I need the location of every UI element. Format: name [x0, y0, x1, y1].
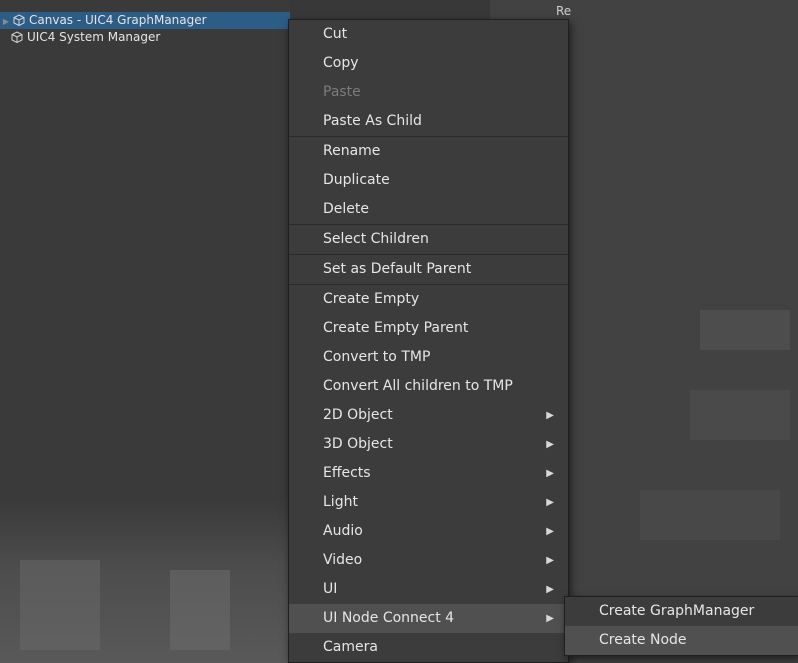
- menu-item-video[interactable]: Video ▶: [289, 546, 568, 575]
- menu-item-label: UI Node Connect 4: [323, 610, 455, 626]
- menu-item-duplicate[interactable]: Duplicate: [289, 166, 568, 195]
- menu-item-create-empty[interactable]: Create Empty: [289, 285, 568, 314]
- hierarchy-item-label: UIC4 System Manager: [27, 30, 161, 44]
- expand-arrow-icon[interactable]: ▶: [0, 13, 12, 30]
- blur-patch: [20, 560, 100, 650]
- menu-item-ui[interactable]: UI ▶: [289, 575, 568, 604]
- menu-item-create-empty-parent[interactable]: Create Empty Parent: [289, 314, 568, 343]
- blur-patch: [700, 310, 790, 350]
- menu-item-copy[interactable]: Copy: [289, 49, 568, 78]
- menu-item-2d-object[interactable]: 2D Object ▶: [289, 401, 568, 430]
- submenu-ui-node-connect-4: Create GraphManager Create Node: [564, 596, 798, 656]
- menu-item-label: Audio: [323, 523, 363, 539]
- menu-item-paste: Paste: [323, 84, 361, 100]
- menu-item-ui-node-connect-4[interactable]: UI Node Connect 4 ▶: [289, 604, 568, 633]
- submenu-item-create-node[interactable]: Create Node: [565, 626, 798, 655]
- context-menu: Cut Copy Paste Paste As Child Rename Dup…: [288, 19, 569, 663]
- blur-patch: [170, 570, 230, 650]
- submenu-arrow-icon: ▶: [546, 468, 554, 479]
- inspector-header-fragment: Re: [556, 4, 572, 18]
- menu-item-rename[interactable]: Rename: [289, 137, 568, 166]
- menu-item-convert-all-children-tmp[interactable]: Convert All children to TMP: [289, 372, 568, 401]
- submenu-arrow-icon: ▶: [546, 410, 554, 421]
- menu-item-delete[interactable]: Delete: [289, 195, 568, 224]
- submenu-arrow-icon: ▶: [546, 526, 554, 537]
- menu-item-effects[interactable]: Effects ▶: [289, 459, 568, 488]
- menu-item-select-children[interactable]: Select Children: [289, 225, 568, 254]
- submenu-arrow-icon: ▶: [546, 555, 554, 566]
- hierarchy-item-label: Canvas - UIC4 GraphManager: [29, 13, 207, 27]
- submenu-arrow-icon: ▶: [546, 497, 554, 508]
- hierarchy-item-canvas[interactable]: ▶ Canvas - UIC4 GraphManager: [0, 12, 290, 29]
- menu-item-label: Video: [323, 552, 363, 568]
- menu-item-convert-to-tmp[interactable]: Convert to TMP: [289, 343, 568, 372]
- hierarchy-item-system-manager[interactable]: UIC4 System Manager: [0, 29, 290, 46]
- menu-item-light[interactable]: Light ▶: [289, 488, 568, 517]
- menu-item-label: Effects: [323, 465, 371, 481]
- menu-item-paste-as-child[interactable]: Paste As Child: [289, 107, 568, 136]
- menu-item-label: 2D Object: [323, 407, 393, 423]
- menu-item-audio[interactable]: Audio ▶: [289, 517, 568, 546]
- blur-patch: [690, 390, 790, 440]
- menu-item-3d-object[interactable]: 3D Object ▶: [289, 430, 568, 459]
- menu-item-set-default-parent[interactable]: Set as Default Parent: [289, 255, 568, 284]
- menu-item-label: 3D Object: [323, 436, 393, 452]
- menu-item-label: Light: [323, 494, 358, 510]
- gameobject-cube-icon: [12, 14, 26, 26]
- menu-item-cut[interactable]: Cut: [289, 20, 568, 49]
- submenu-item-create-graphmanager[interactable]: Create GraphManager: [565, 597, 798, 626]
- submenu-arrow-icon: ▶: [546, 613, 554, 624]
- menu-item-label: UI: [323, 581, 338, 597]
- menu-item-camera[interactable]: Camera: [289, 633, 568, 662]
- blur-patch: [640, 490, 780, 540]
- gameobject-cube-icon: [10, 31, 24, 43]
- submenu-arrow-icon: ▶: [546, 584, 554, 595]
- submenu-arrow-icon: ▶: [546, 439, 554, 450]
